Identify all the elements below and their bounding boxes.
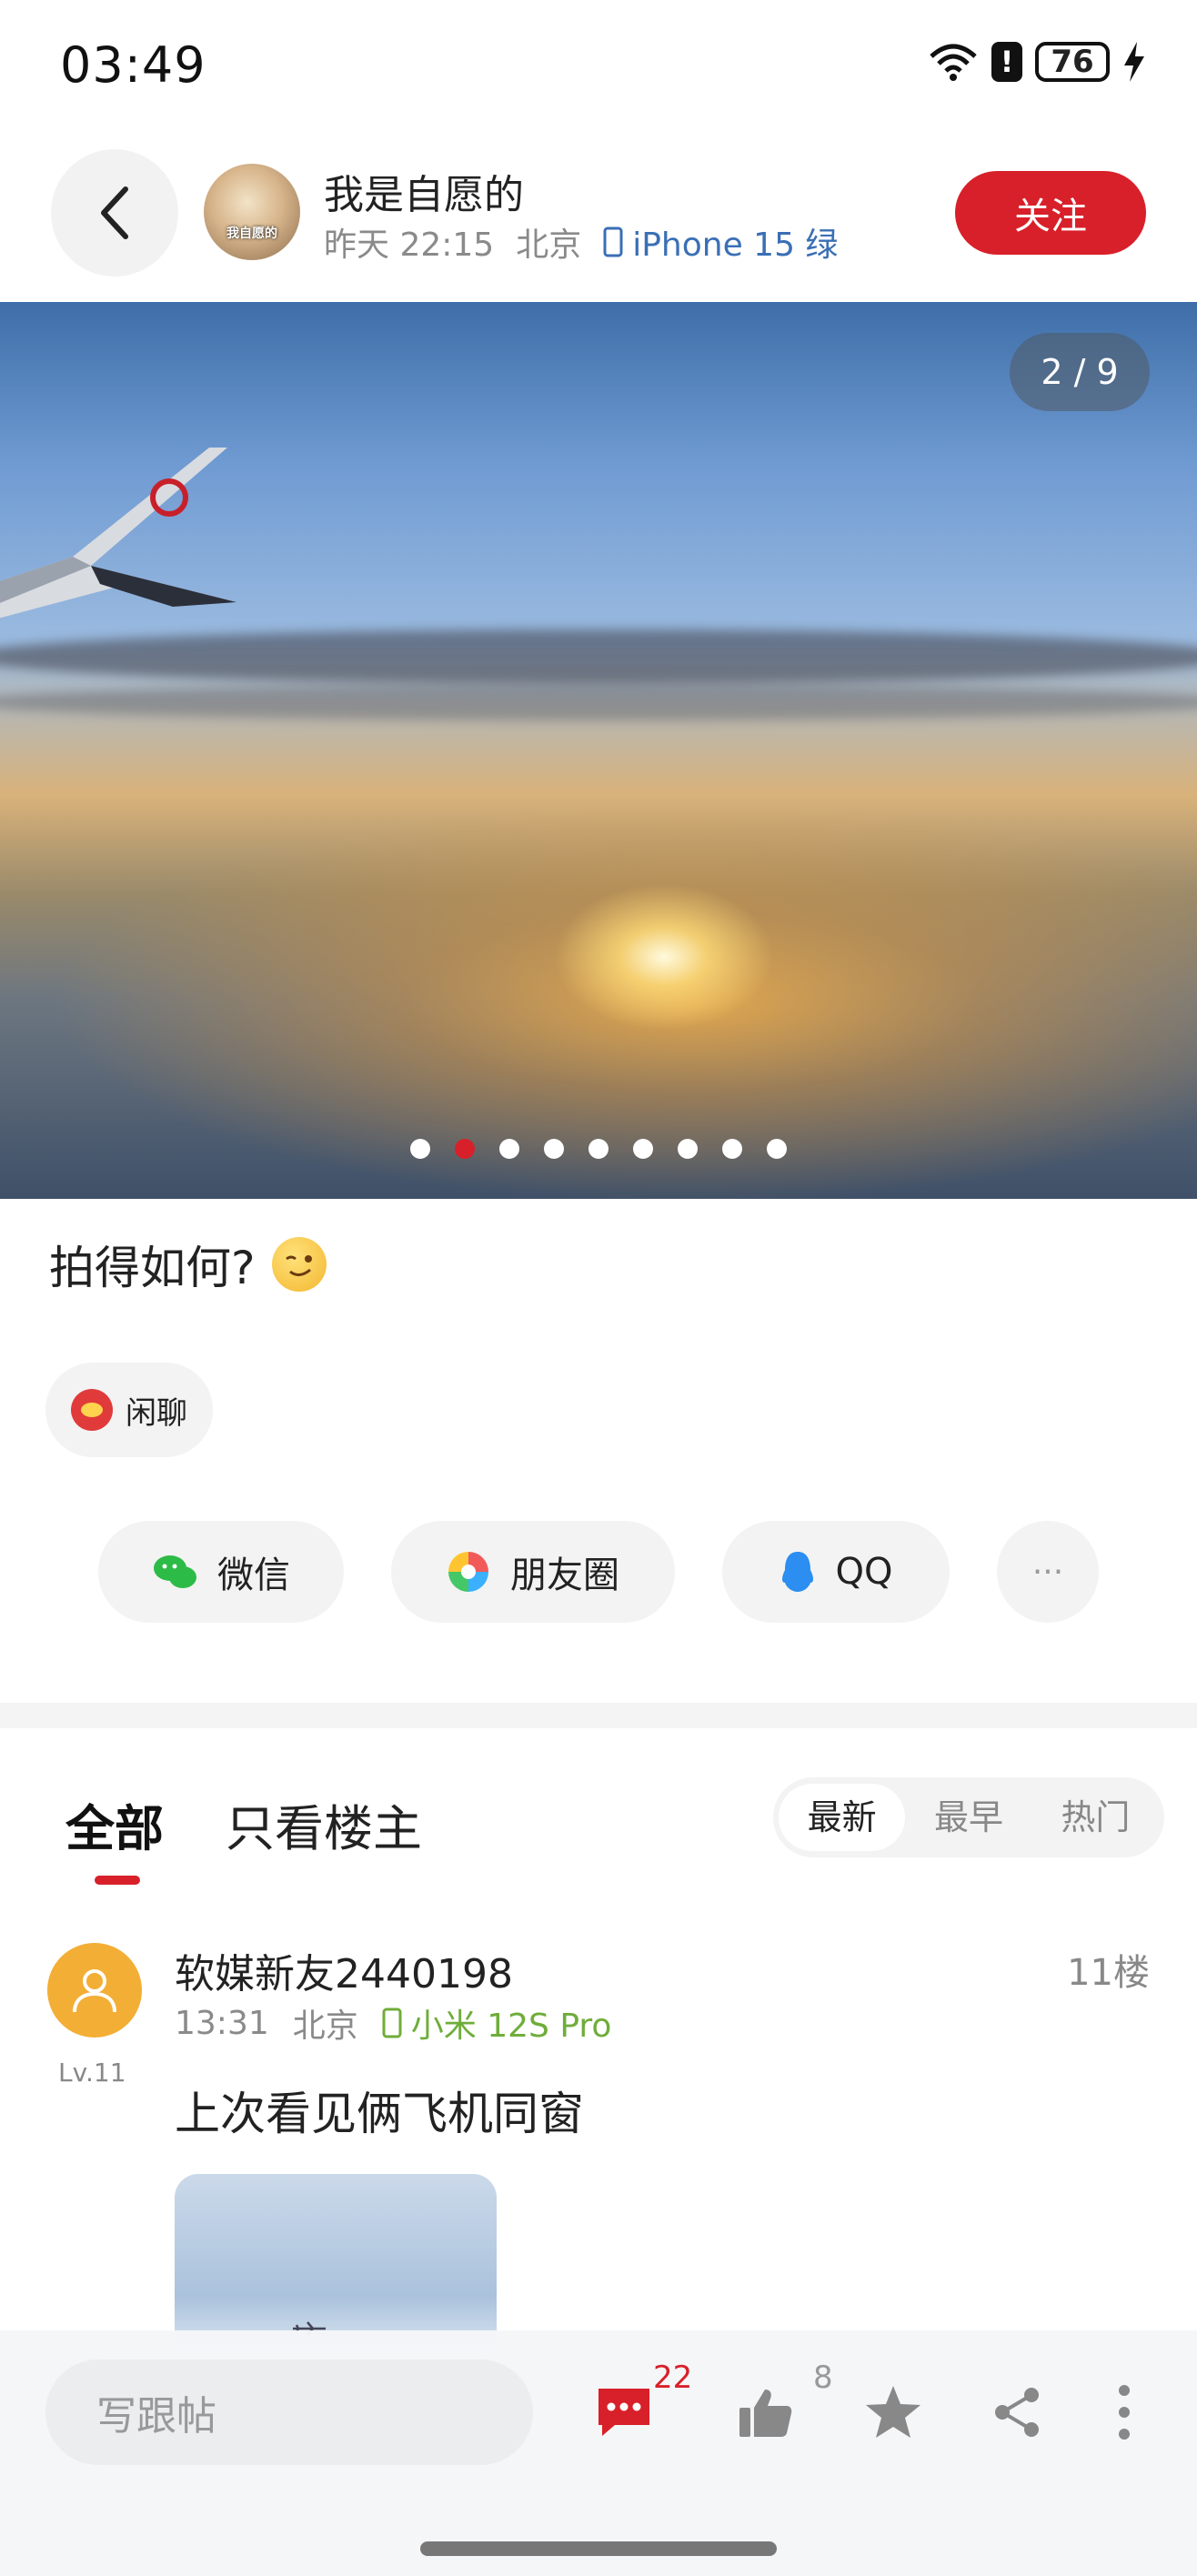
post-content: 拍得如何? — [49, 1242, 256, 1294]
charging-icon — [1124, 42, 1144, 82]
share-wechat-button[interactable]: 微信 — [98, 1521, 344, 1623]
share-button[interactable] — [984, 2380, 1050, 2445]
more-vertical-icon — [1119, 2385, 1130, 2440]
post-image[interactable] — [0, 302, 1197, 1199]
carousel-dot[interactable] — [767, 1139, 787, 1159]
carousel-dot[interactable] — [633, 1139, 653, 1159]
active-tab-indicator — [95, 1876, 140, 1885]
floor-number: 11楼 — [1067, 1952, 1150, 1994]
carousel-dot[interactable] — [722, 1139, 742, 1159]
carousel-dot[interactable] — [678, 1139, 698, 1159]
sort-oldest[interactable]: 最早 — [905, 1784, 1031, 1851]
star-icon — [866, 2386, 920, 2438]
avatar-label: 我自愿的 — [226, 226, 277, 241]
post-device: iPhone 15 绿 — [603, 218, 838, 266]
carousel-dots — [0, 1139, 1197, 1159]
share-qq-button[interactable]: QQ — [722, 1521, 950, 1623]
airplane-wing — [0, 448, 236, 619]
comment-count: 22 — [653, 2360, 693, 2396]
follow-button[interactable]: 关注 — [955, 171, 1146, 255]
more-options-button[interactable] — [1091, 2380, 1157, 2445]
user-icon — [73, 1969, 116, 2013]
share-wechat-label: 微信 — [217, 1555, 290, 1596]
commenter-avatar[interactable] — [47, 1943, 142, 2038]
topic-icon — [71, 1389, 113, 1431]
back-button[interactable] — [51, 149, 178, 277]
sort-hot[interactable]: 热门 — [1032, 1784, 1159, 1851]
comment-meta: 13:31 北京 小米 12S Pro — [175, 1999, 611, 2047]
share-moments-label: 朋友圈 — [510, 1555, 619, 1596]
carousel-dot[interactable] — [544, 1139, 564, 1159]
tab-all[interactable]: 全部 — [65, 1788, 164, 1860]
status-icons: ! 76 — [928, 42, 1146, 82]
thumbs-up-icon — [739, 2390, 792, 2437]
device-label: iPhone 15 绿 — [632, 226, 839, 264]
wink-emoji-icon — [271, 1237, 327, 1292]
favorite-button[interactable] — [860, 2380, 926, 2445]
wifi-icon — [930, 44, 977, 81]
comment-location: 北京 — [292, 2007, 358, 2045]
topic-chip[interactable]: 闲聊 — [45, 1363, 213, 1457]
comment-text: 上次看见俩飞机同窗 — [175, 2088, 584, 2140]
commenter-name[interactable]: 软媒新友2440198 — [175, 1941, 513, 1999]
like-count: 8 — [813, 2360, 833, 2396]
carousel-dot[interactable] — [499, 1139, 519, 1159]
share-qq-label: QQ — [835, 1551, 893, 1593]
carousel-dot[interactable] — [588, 1139, 609, 1159]
moments-icon — [448, 1552, 488, 1592]
phone-icon — [382, 2007, 402, 2038]
cloud-band — [0, 684, 1197, 720]
status-time: 03:49 — [60, 36, 206, 94]
chevron-left-icon — [101, 186, 128, 239]
phone-icon — [603, 226, 623, 257]
comment-bubble-icon — [598, 2389, 649, 2436]
share-icon — [995, 2388, 1039, 2437]
reply-input[interactable]: 写跟帖 — [45, 2360, 533, 2465]
comment-device-label: 小米 12S Pro — [410, 2007, 612, 2045]
qq-icon — [781, 1552, 813, 1592]
sort-toggle: 最新 最早 热门 — [773, 1777, 1164, 1857]
page-indicator: 2 / 9 — [1010, 333, 1150, 411]
carousel-dot[interactable] — [455, 1139, 475, 1159]
sort-newest[interactable]: 最新 — [779, 1784, 906, 1851]
tab-only-op[interactable]: 只看楼主 — [226, 1788, 422, 1860]
comment-time: 13:31 — [175, 2004, 269, 2042]
post-time: 昨天 22:15 — [324, 226, 495, 264]
comments-button[interactable] — [591, 2380, 657, 2445]
author-name[interactable]: 我是自愿的 — [324, 162, 524, 220]
post-location: 北京 — [516, 226, 582, 264]
wechat-icon — [154, 1555, 196, 1588]
user-level: Lv.11 — [58, 2058, 126, 2088]
like-button[interactable] — [733, 2380, 799, 2445]
topic-label: 闲聊 — [126, 1394, 187, 1432]
section-divider — [0, 1703, 1197, 1728]
share-moments-button[interactable]: 朋友圈 — [391, 1521, 675, 1623]
post-meta: 昨天 22:15 北京 iPhone 15 绿 — [324, 218, 838, 266]
alert-icon: ! — [991, 42, 1022, 82]
comment-device: 小米 12S Pro — [382, 1999, 612, 2047]
battery-indicator: 76 — [1035, 42, 1110, 82]
author-avatar[interactable]: 我自愿的 — [204, 164, 300, 260]
home-indicator[interactable] — [420, 2541, 777, 2556]
post-text: 拍得如何? — [49, 1232, 327, 1297]
cloud-band — [0, 629, 1197, 684]
share-more-button[interactable]: ··· — [997, 1521, 1099, 1623]
carousel-dot[interactable] — [410, 1139, 430, 1159]
